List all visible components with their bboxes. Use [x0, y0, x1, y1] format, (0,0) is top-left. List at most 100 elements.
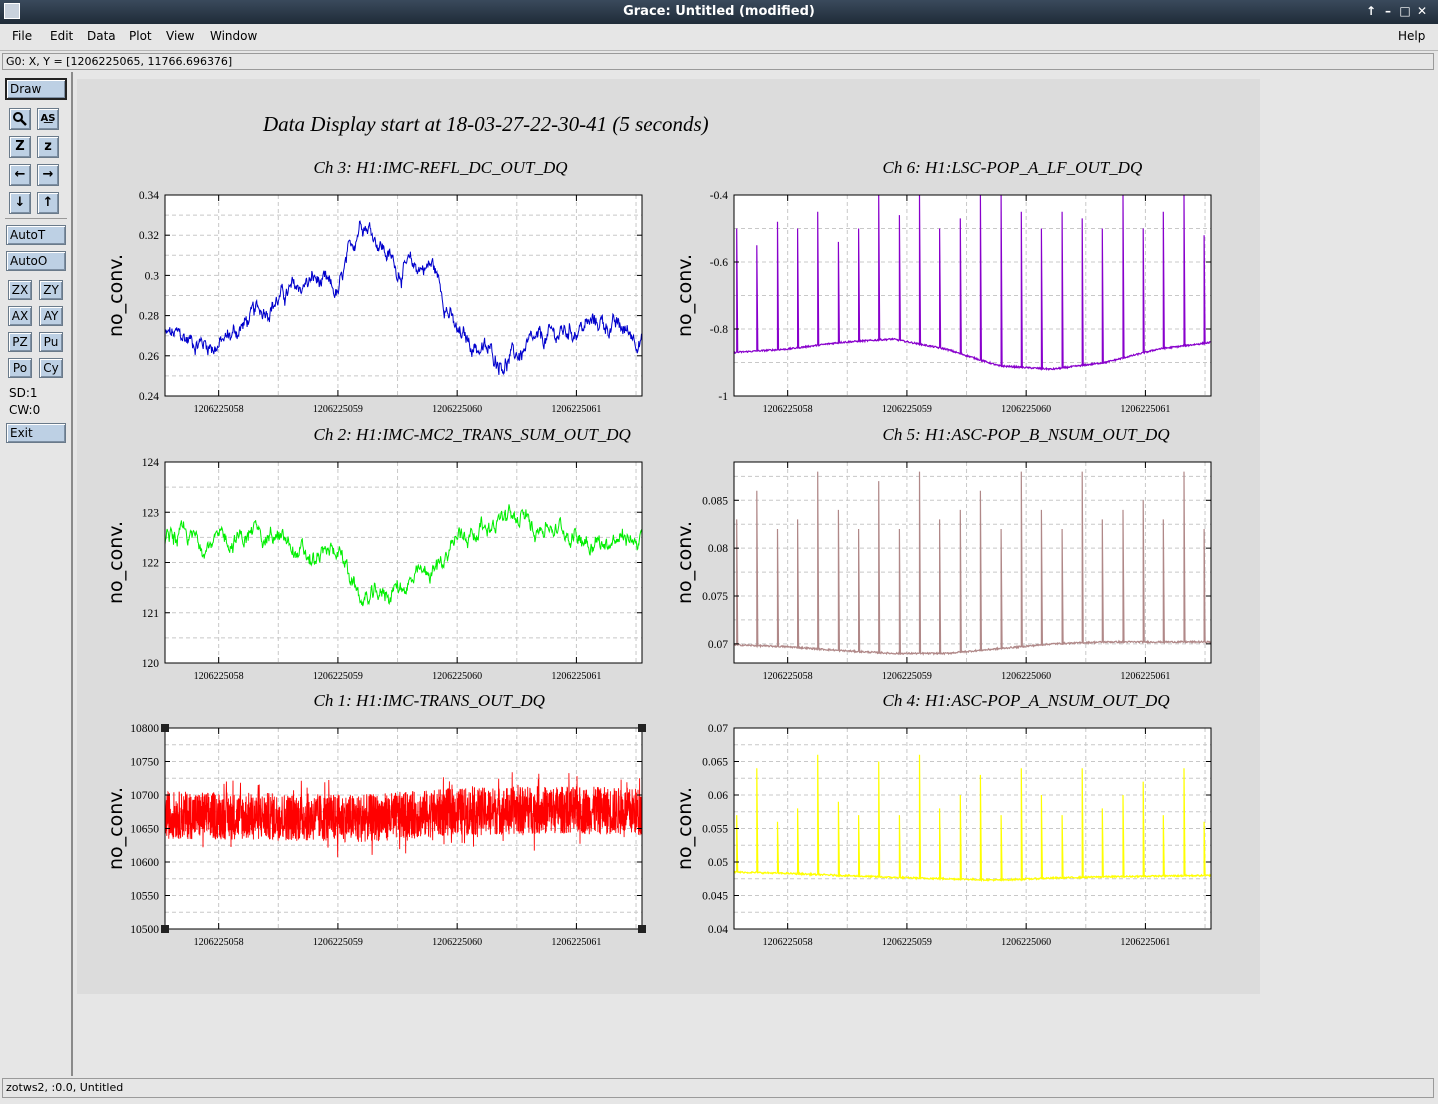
y-tick-label: 0.08: [708, 543, 728, 555]
pu-button[interactable]: Pu: [39, 332, 63, 352]
y-tick-label: 0.07: [708, 723, 728, 735]
x-tick-label: 1206225060: [432, 937, 482, 948]
right-arrow-icon[interactable]: →: [37, 164, 59, 186]
y-tick-label: 0.26: [139, 351, 159, 363]
x-tick-label: 1206225060: [432, 404, 482, 415]
graph-title: Ch 3: H1:IMC-REFL_DC_OUT_DQ: [314, 158, 568, 177]
zy-button[interactable]: ZY: [39, 280, 63, 300]
autot-button[interactable]: AutoT: [6, 225, 66, 245]
graph-3[interactable]: Ch 2: H1:IMC-MC2_TRANS_SUM_OUT_DQ 124 123 1…: [105, 425, 643, 682]
sd-label: SD:1: [9, 386, 38, 400]
y-axis-label: no_conv.: [674, 521, 696, 604]
graph-title: Ch 4: H1:ASC-POP_A_NSUM_OUT_DQ: [883, 691, 1170, 710]
y-tick-label: 10550: [130, 891, 159, 903]
left-arrow-icon[interactable]: ←: [9, 164, 31, 186]
y-tick-label: 0.24: [139, 391, 159, 403]
y-axis-label: no_conv.: [105, 787, 127, 870]
locator-readout: G0: X, Y = [1206225065, 11766.696376]: [2, 53, 1434, 70]
pz-button[interactable]: PZ: [8, 332, 32, 352]
po-button[interactable]: Po: [8, 358, 32, 378]
plot-canvas[interactable]: Data Display start at 18-03-27-22-30-41 …: [77, 79, 1260, 994]
graph-title: Ch 2: H1:IMC-MC2_TRANS_SUM_OUT_DQ: [314, 425, 631, 444]
menu-window[interactable]: Window: [210, 29, 257, 43]
exit-button[interactable]: Exit: [6, 423, 66, 443]
menu-view[interactable]: View: [166, 29, 194, 43]
y-tick-label: 0.04: [708, 924, 728, 936]
plot-area: [734, 462, 1211, 663]
menu-plot[interactable]: Plot: [129, 29, 152, 43]
statusbar: zotws2, :0.0, Untitled: [2, 1078, 1434, 1098]
graph-1[interactable]: Ch 3: H1:IMC-REFL_DC_OUT_DQ 0.34 0.32 0.3 0.…: [105, 158, 643, 415]
y-tick-label: 124: [142, 457, 160, 469]
menubar: File Edit Data Plot View Window Help: [0, 24, 1438, 51]
menu-file[interactable]: File: [12, 29, 32, 43]
selection-handle[interactable]: [161, 724, 169, 732]
y-tick-label: 0.065: [702, 757, 728, 769]
x-tick-label: 1206225058: [763, 937, 813, 948]
x-tick-label: 1206225061: [1120, 937, 1170, 948]
y-tick-label: -0.4: [710, 190, 728, 202]
draw-button[interactable]: Draw: [5, 78, 67, 100]
x-tick-label: 1206225060: [1001, 404, 1051, 415]
menu-edit[interactable]: Edit: [50, 29, 73, 43]
tool-panel: Draw A͟S Z z ← → ↓ ↑ AutoT AutoO ZX ZY A…: [1, 72, 73, 1076]
selection-handle[interactable]: [638, 724, 646, 732]
y-tick-label: 0.085: [702, 495, 728, 507]
menu-data[interactable]: Data: [87, 29, 116, 43]
selection-handle[interactable]: [638, 925, 646, 933]
autoo-button[interactable]: AutoO: [6, 251, 66, 271]
y-tick-label: 123: [142, 507, 160, 519]
y-axis-label: no_conv.: [674, 254, 696, 337]
y-tick-label: 10600: [130, 857, 159, 869]
window-titlebar: Grace: Untitled (modified) ↑ – □ ✕: [0, 0, 1438, 24]
cy-button[interactable]: Cy: [39, 358, 63, 378]
graph-5[interactable]: Ch 1: H1:IMC-TRANS_OUT_DQ 10800 10750 10700…: [105, 691, 646, 948]
graph-title: Ch 5: H1:ASC-POP_B_NSUM_OUT_DQ: [883, 425, 1170, 444]
autoscale-icon[interactable]: Z: [9, 136, 31, 158]
x-tick-label: 1206225058: [763, 404, 813, 415]
menu-help[interactable]: Help: [1398, 29, 1425, 43]
graph-4[interactable]: Ch 5: H1:ASC-POP_B_NSUM_OUT_DQ 0.085 0.08 0…: [674, 425, 1212, 682]
text-icon[interactable]: A͟S: [37, 108, 59, 130]
up-arrow-icon[interactable]: ↑: [37, 192, 59, 214]
y-tick-label: -0.6: [710, 257, 728, 269]
close-icon[interactable]: ✕: [1414, 3, 1430, 19]
zoom-z-icon[interactable]: z: [37, 136, 59, 158]
y-tick-label: 10700: [130, 790, 159, 802]
window-title: Grace: Untitled (modified): [623, 4, 815, 19]
y-tick-label: 10500: [130, 924, 159, 936]
x-tick-label: 1206225059: [313, 937, 363, 948]
graph-title: Ch 1: H1:IMC-TRANS_OUT_DQ: [314, 691, 545, 710]
down-arrow-icon[interactable]: ↓: [9, 192, 31, 214]
y-axis-label: no_conv.: [105, 254, 127, 337]
y-tick-label: 0.06: [708, 790, 728, 802]
graph-6[interactable]: Ch 4: H1:ASC-POP_A_NSUM_OUT_DQ 0.07 0.065 0…: [674, 691, 1212, 948]
divider: [5, 218, 67, 219]
graphs-svg[interactable]: Data Display start at 18-03-27-22-30-41 …: [77, 79, 1260, 994]
x-tick-label: 1206225059: [313, 671, 363, 682]
graph-2[interactable]: Ch 6: H1:LSC-POP_A_LF_OUT_DQ -0.4 -0.6 -0.8…: [674, 158, 1212, 415]
maximize-icon[interactable]: □: [1397, 3, 1413, 19]
x-tick-label: 1206225058: [194, 404, 244, 415]
y-tick-label: 0.045: [702, 891, 728, 903]
x-tick-label: 1206225061: [1120, 671, 1170, 682]
x-tick-label: 1206225059: [882, 404, 932, 415]
ay-button[interactable]: AY: [39, 306, 63, 326]
x-tick-label: 1206225060: [1001, 937, 1051, 948]
x-tick-label: 1206225061: [551, 671, 601, 682]
ax-button[interactable]: AX: [8, 306, 32, 326]
raise-window-icon[interactable]: ↑: [1363, 3, 1379, 19]
y-tick-label: -0.8: [710, 324, 728, 336]
zx-button[interactable]: ZX: [8, 280, 32, 300]
x-tick-label: 1206225061: [551, 404, 601, 415]
chart-main-title: Data Display start at 18-03-27-22-30-41 …: [262, 112, 709, 136]
selection-handle[interactable]: [161, 925, 169, 933]
x-tick-label: 1206225059: [882, 671, 932, 682]
x-tick-label: 1206225060: [432, 671, 482, 682]
y-tick-label: 10750: [130, 757, 159, 769]
y-tick-label: 122: [142, 558, 160, 570]
x-tick-label: 1206225061: [551, 937, 601, 948]
zoom-icon[interactable]: [9, 108, 31, 130]
minimize-icon[interactable]: –: [1380, 3, 1396, 19]
y-tick-label: 120: [142, 658, 160, 670]
